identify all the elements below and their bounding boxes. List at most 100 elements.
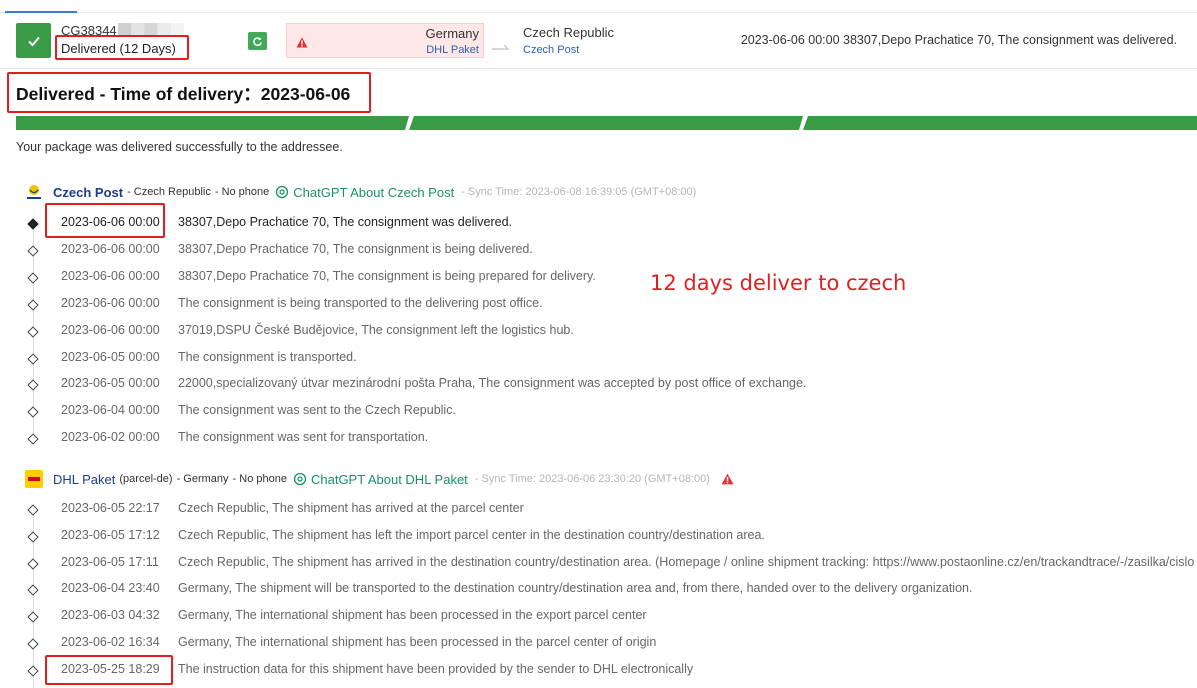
event-description: Germany, The international shipment has …: [178, 608, 647, 623]
event-description: 22000,specializovaný útvar mezinárodní p…: [178, 376, 807, 391]
event-description: Czech Republic, The shipment has arrived…: [178, 501, 524, 515]
destination-carrier-link[interactable]: Czech Post: [523, 44, 579, 56]
annotation-text: 12 days deliver to czech: [650, 271, 907, 295]
event-time: 2023-06-05 00:00: [61, 349, 160, 364]
timeline-dot-icon: [27, 638, 39, 650]
route-arrow-icon: [492, 38, 512, 56]
event-time: 2023-06-06 00:00: [61, 295, 160, 310]
timeline-event: 2023-06-06 00:00 The consignment is being…: [0, 295, 1197, 315]
event-time: 2023-06-05 00:00: [61, 376, 160, 391]
timeline-dot-icon: [27, 218, 39, 230]
event-time: 2023-06-06 00:00: [61, 322, 160, 337]
event-time: 2023-06-05 22:17: [61, 501, 160, 515]
destination-country: Czech Republic: [523, 25, 615, 40]
event-time: 2023-06-05 17:11: [61, 554, 159, 569]
czech-post-logo-icon: [25, 183, 43, 201]
carrier-region: - Czech Republic: [127, 186, 211, 198]
timeline-event: 2023-06-06 00:00 38307,Depo Prachatice 70…: [0, 241, 1197, 261]
annotation-highlight: [7, 72, 371, 113]
delivered-check-icon: [16, 23, 51, 58]
timeline-event: 2023-06-04 00:00 The consignment was sent…: [0, 402, 1197, 422]
timeline-dot-icon: [27, 325, 39, 338]
timeline-dot-icon: [27, 557, 39, 570]
warning-icon: [296, 35, 308, 53]
progress-segment: [409, 116, 803, 130]
carrier-header-czech-post: Czech Post - Czech Republic - No phone C…: [25, 183, 696, 201]
carrier-name-link[interactable]: Czech Post: [53, 185, 123, 200]
event-time: 2023-06-02 00:00: [61, 430, 160, 445]
timeline-dot-icon: [27, 584, 39, 597]
sync-time: - Sync Time: 2023-06-06 23:30:20 (GMT+08…: [474, 473, 710, 485]
refresh-icon[interactable]: [248, 32, 267, 50]
origin-country: Germany: [425, 26, 479, 41]
timeline-event: 2023-06-05 17:11 Czech Republic, The ship…: [0, 554, 1197, 574]
event-description: The consignment is being transported to …: [178, 295, 543, 310]
chatgpt-link[interactable]: ChatGPT About DHL Paket: [293, 472, 468, 487]
timeline-dot-icon: [27, 352, 39, 365]
warning-icon: [721, 473, 734, 485]
timeline-dot-icon: [27, 245, 39, 257]
carrier-phone: - No phone: [232, 473, 287, 485]
timeline-dot-icon: [27, 433, 39, 445]
chatgpt-icon: [276, 185, 289, 199]
progress-segment: [16, 116, 409, 130]
event-time: 2023-06-02 16:34: [61, 635, 160, 649]
carrier-code: (parcel-de): [119, 473, 173, 485]
timeline-event: 2023-06-05 00:00 The consignment is trans…: [0, 349, 1197, 369]
carrier-region: - Germany: [176, 473, 229, 485]
dhl-logo-icon: [25, 470, 43, 488]
event-description: 37019,DSPU České Budějovice, The consign…: [178, 322, 574, 337]
timeline-dot-icon: [27, 504, 39, 516]
timeline-dot-icon: [27, 379, 39, 392]
chatgpt-icon: [293, 472, 307, 486]
timeline-event: 2023-06-05 17:12 Czech Republic, The ship…: [0, 527, 1197, 547]
event-description: 38307,Depo Prachatice 70, The consignmen…: [178, 241, 533, 256]
event-description: 38307,Depo Prachatice 70, The consignmen…: [178, 215, 513, 229]
origin-carrier-link[interactable]: DHL Paket: [426, 44, 479, 56]
carrier-phone: - No phone: [214, 186, 270, 198]
latest-event: 2023-06-06 00:00 38307,Depo Prachatice 7…: [740, 33, 1177, 47]
event-time: 2023-06-05 17:12: [61, 527, 160, 542]
event-time: 2023-06-04 23:40: [61, 581, 160, 596]
event-description: Germany, The international shipment has …: [178, 635, 657, 649]
timeline-dot-icon: [27, 406, 39, 418]
timeline-dot-icon: [27, 272, 39, 284]
timeline-event: 2023-06-02 16:34 Germany, The internation…: [0, 634, 1197, 654]
event-time: 2023-06-03 04:32: [61, 608, 160, 623]
timeline-event: 2023-05-25 18:29 The instruction data for…: [0, 661, 1197, 681]
event-description: Czech Republic, The shipment has left th…: [178, 527, 765, 542]
carrier-header-dhl: DHL Paket (parcel-de) - Germany - No pho…: [25, 470, 734, 488]
timeline-event: 2023-06-02 00:00 The consignment was sent…: [0, 429, 1197, 449]
delivery-message: Your package was delivered successfully …: [16, 140, 343, 154]
event-time: 2023-06-06 00:00: [61, 268, 160, 283]
timeline-event: 2023-06-05 22:17 Czech Republic, The ship…: [0, 500, 1197, 520]
chatgpt-link[interactable]: ChatGPT About Czech Post: [275, 185, 454, 200]
progress-segment: [803, 116, 1197, 130]
timeline-event: 2023-06-06 00:00 38307,Depo Prachatice 70…: [0, 268, 1197, 288]
origin-panel[interactable]: Germany DHL Paket: [286, 23, 484, 58]
event-description: The instruction data for this shipment h…: [178, 661, 694, 676]
timeline-event: 2023-06-06 00:00 37019,DSPU České Budějov…: [0, 322, 1197, 342]
event-time: 2023-06-06 00:00: [61, 241, 160, 256]
timeline-dot-icon: [27, 299, 39, 311]
sync-time: - Sync Time: 2023-06-08 16:39:05 (GMT+08…: [461, 186, 697, 198]
event-time: 2023-06-04 00:00: [61, 403, 160, 418]
annotation-highlight: [45, 655, 173, 685]
carrier-name-link[interactable]: DHL Paket: [53, 472, 115, 487]
timeline-dot-icon: [27, 531, 39, 543]
event-description: The consignment was sent to the Czech Re…: [178, 403, 456, 418]
event-description: The consignment is transported.: [178, 349, 357, 364]
event-description: Czech Republic, The shipment has arrived…: [178, 554, 1195, 569]
timeline-event: 2023-06-06 00:00 38307,Depo Prachatice 70…: [0, 214, 1197, 234]
timeline-dot-icon: [27, 665, 39, 677]
event-description: 38307,Depo Prachatice 70, The consignmen…: [178, 268, 596, 283]
event-description: Germany, The shipment will be transporte…: [178, 581, 973, 596]
timeline-event: 2023-06-03 04:32 Germany, The internation…: [0, 607, 1197, 627]
delivery-progress-bar: [16, 116, 1197, 130]
annotation-highlight: [55, 35, 189, 60]
event-description: The consignment was sent for transportat…: [178, 430, 429, 445]
timeline-event: 2023-06-05 00:00 22000,specializovaný útv…: [0, 375, 1197, 395]
annotation-highlight: [45, 203, 165, 238]
timeline-event: 2023-06-04 23:40 Germany, The shipment wi…: [0, 580, 1197, 600]
timeline-dot-icon: [27, 611, 39, 623]
